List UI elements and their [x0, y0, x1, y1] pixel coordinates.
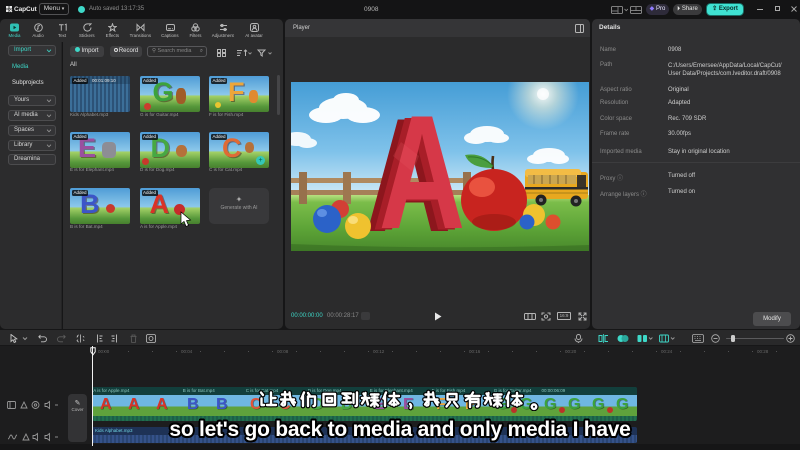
- svg-text:A: A: [379, 82, 466, 251]
